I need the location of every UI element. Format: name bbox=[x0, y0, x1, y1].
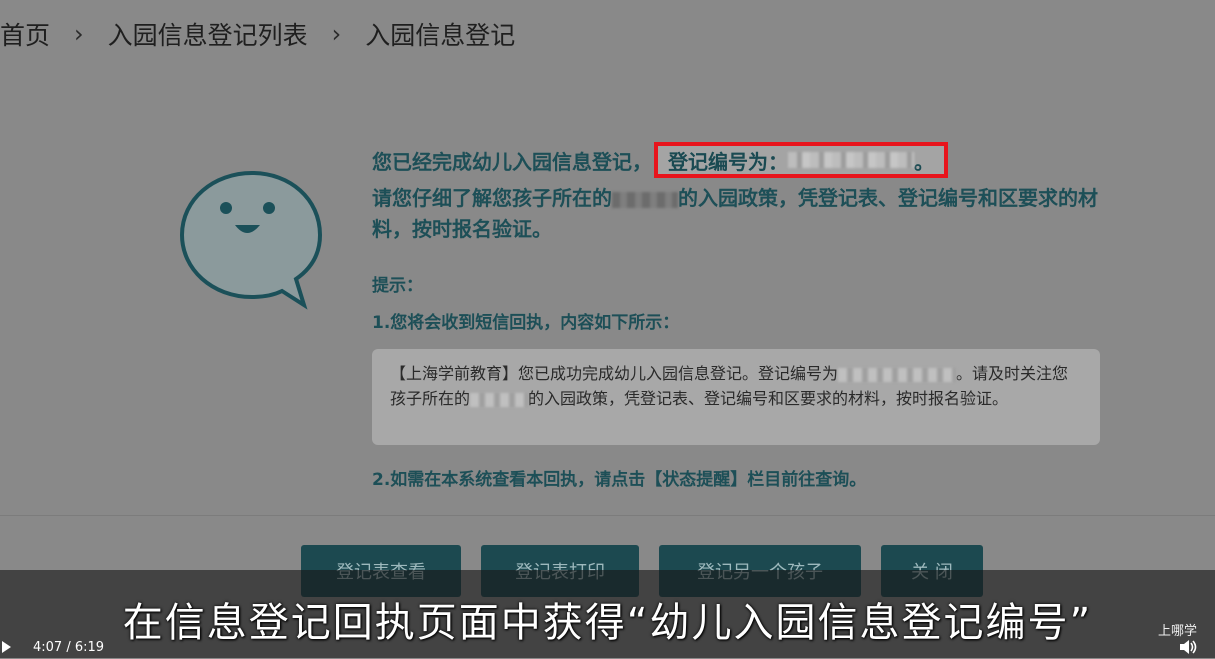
registration-number-suffix: 。 bbox=[914, 149, 934, 174]
blurred-registration-number bbox=[788, 152, 914, 168]
tip-2: 2.如需在本系统查看本回执，请点击【状态提醒】栏目前往查询。 bbox=[372, 470, 867, 490]
tips-title: 提示： bbox=[372, 276, 423, 296]
blurred-sms-district bbox=[470, 392, 529, 407]
message-line2-part1: 请您仔细了解您孩子所在的 bbox=[372, 186, 612, 210]
sms-text-part1: 【上海学前教育】您已成功完成幼儿入园信息登记。登记编号为 bbox=[390, 364, 839, 383]
message-prefix: 您已经完成幼儿入园信息登记， bbox=[372, 149, 652, 174]
blurred-sms-registration-number bbox=[838, 367, 957, 382]
content-divider bbox=[0, 515, 1215, 516]
sms-preview-box: 【上海学前教育】您已成功完成幼儿入园信息登记。登记编号为 。请及时关注您孩子所在的… bbox=[372, 349, 1100, 445]
video-controls: 4:07 / 6:19 bbox=[0, 636, 1215, 658]
registration-number-label: 登记编号为： bbox=[668, 149, 788, 174]
sms-text-part3: 的入园政策，凭登记表、登记编号和区要求的材料，按时报名验证。 bbox=[528, 389, 1009, 408]
video-time: 4:07 / 6:19 bbox=[33, 639, 105, 655]
registration-number-highlight: 登记编号为： 。 bbox=[654, 142, 948, 178]
breadcrumb-home[interactable]: 首页 bbox=[0, 16, 50, 52]
breadcrumb: 首页 › 入园信息登记列表 › 入园信息登记 bbox=[0, 14, 515, 54]
play-icon[interactable] bbox=[2, 641, 11, 653]
tip-1: 1.您将会收到短信回执，内容如下所示： bbox=[372, 313, 680, 333]
message-line1: 您已经完成幼儿入园信息登记， 登记编号为： 。 bbox=[372, 142, 1112, 178]
chevron-right-icon: › bbox=[331, 20, 342, 48]
message-line2: 请您仔细了解您孩子所在的 的入园政策，凭登记表、登记编号和区要求的材料，按时报名验… bbox=[372, 183, 1112, 245]
chat-bubble-smile-icon bbox=[176, 165, 326, 315]
chevron-right-icon: › bbox=[74, 20, 84, 48]
breadcrumb-list[interactable]: 入园信息登记列表 bbox=[108, 16, 308, 52]
breadcrumb-current: 入园信息登记 bbox=[365, 21, 516, 50]
registration-message: 您已经完成幼儿入园信息登记， 登记编号为： 。 请您仔细了解您孩子所在的 的入园政… bbox=[372, 142, 1112, 490]
volume-icon[interactable] bbox=[1179, 639, 1197, 655]
blurred-district bbox=[612, 191, 678, 208]
